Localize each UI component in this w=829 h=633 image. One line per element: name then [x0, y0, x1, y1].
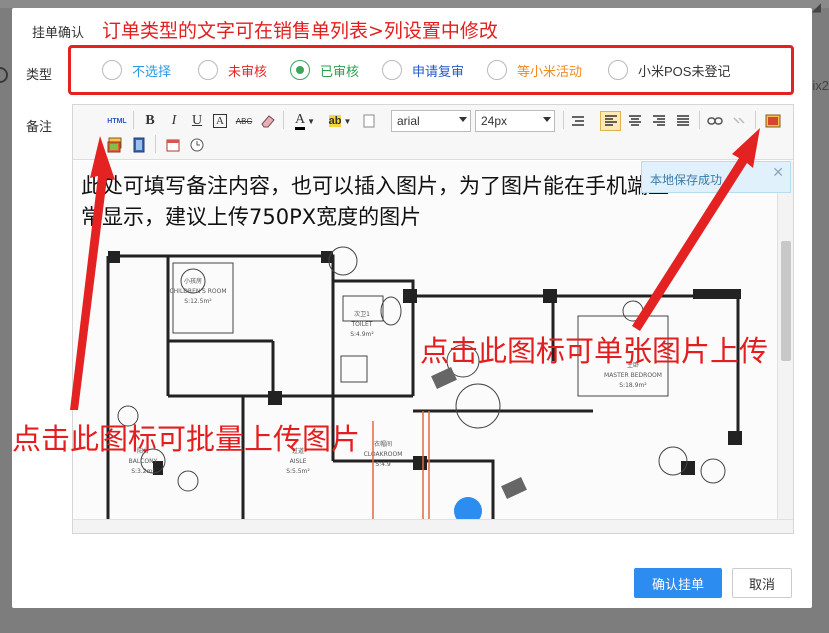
radio-option-xiaomi-pos-unregistered[interactable]: 小米POS未登记	[608, 60, 730, 80]
radio-circle[interactable]	[487, 60, 507, 80]
chevron-down-icon	[543, 117, 551, 122]
chevron-down-icon: ▼	[343, 116, 352, 126]
italic-button[interactable]: I	[165, 111, 183, 131]
align-center-icon[interactable]	[625, 111, 645, 131]
toolbar-separator	[155, 135, 156, 153]
toolbar-separator	[283, 111, 284, 129]
radio-label: 等小米活动	[517, 63, 583, 79]
radio-label: 已审核	[320, 63, 360, 79]
toolbar-separator	[755, 111, 756, 129]
annotation-top: 订单类型的文字可在销售单列表>列设置中修改	[102, 20, 498, 42]
floorplan-label: CHILDREN'S ROOM	[169, 288, 226, 295]
chevron-down-icon: ▼	[307, 116, 316, 126]
clear-format-icon[interactable]	[361, 111, 377, 131]
confirm-hold-dialog: 挂单确认 订单类型的文字可在销售单列表>列设置中修改 类型 不选择 未审核 已审…	[12, 8, 812, 608]
radio-circle[interactable]	[608, 60, 628, 80]
chevron-down-icon	[459, 117, 467, 122]
floorplan-label: CLOAKROOM	[364, 451, 403, 458]
local-save-tip: 本地保存成功 ✕	[641, 161, 791, 193]
notes-label: 备注	[26, 119, 53, 134]
font-color-label: A	[294, 112, 306, 130]
editor-content-text: 此处可填写备注内容，也可以插入图片，为了图片能在手机端正常显示，建议上传750P…	[81, 174, 669, 229]
floorplan-label: S:12.5m²	[184, 298, 212, 305]
radio-circle[interactable]	[102, 60, 122, 80]
font-family-select[interactable]: arial	[391, 110, 471, 132]
line-height-icon[interactable]	[569, 111, 587, 131]
floorplan-label: S:5.5m²	[286, 468, 310, 475]
floorplan-label: TOILET	[351, 321, 373, 328]
font-color-button[interactable]: A ▼	[291, 111, 319, 131]
radio-option-reviewed[interactable]: 已审核	[290, 60, 359, 80]
floorplan-label: 小孩房	[184, 277, 202, 285]
toolbar-separator	[699, 111, 700, 129]
unlink-icon[interactable]	[729, 111, 749, 131]
dialog-title: 挂单确认	[32, 25, 85, 40]
radio-circle-checked[interactable]	[290, 60, 310, 80]
floorplan-label: 衣帽间	[374, 440, 392, 448]
font-size-select[interactable]: 24px	[475, 110, 555, 132]
annotation-single-upload: 点击此图标可单张图片上传	[420, 334, 769, 368]
align-right-icon[interactable]	[649, 111, 669, 131]
highlight-color-button[interactable]: ab ▼	[325, 111, 355, 131]
batch-image-upload-icon[interactable]	[105, 135, 125, 155]
save-tip-text: 本地保存成功	[650, 173, 723, 187]
floorplan-label: AISLE	[290, 458, 307, 465]
type-label: 类型	[26, 67, 53, 82]
eraser-icon[interactable]	[258, 111, 278, 131]
floorplan-label: S:3.2m²	[131, 468, 155, 475]
clock-icon[interactable]	[187, 135, 207, 155]
floorplan-label: S:4.9	[375, 461, 391, 468]
video-icon[interactable]	[129, 135, 149, 155]
font-size-value: 24px	[481, 114, 508, 128]
calendar-icon[interactable]	[163, 135, 183, 155]
floorplan-label: MASTER BEDROOM	[604, 372, 662, 379]
link-icon[interactable]	[705, 111, 725, 131]
html-source-button[interactable]: HTML	[105, 111, 129, 131]
floorplan-label: S:18.9m²	[619, 382, 647, 389]
radio-option-unreviewed[interactable]: 未审核	[198, 60, 267, 80]
radio-circle[interactable]	[382, 60, 402, 80]
cancel-button[interactable]: 取消	[732, 568, 792, 598]
radio-option-request-recheck[interactable]: 申请复审	[382, 60, 464, 80]
underline-button[interactable]: U	[188, 111, 206, 131]
highlight-icon: ab	[328, 115, 342, 127]
floorplan-label: S:4.9m²	[350, 331, 374, 338]
annotation-batch-upload: 点击此图标可批量上传图片	[12, 422, 361, 456]
single-image-upload-icon[interactable]	[763, 111, 783, 131]
font-border-icon[interactable]: A	[211, 111, 229, 131]
bold-button[interactable]: B	[141, 111, 159, 131]
radio-option-wait-xiaomi-event[interactable]: 等小米活动	[487, 60, 582, 80]
scrollbar-thumb[interactable]	[781, 241, 791, 361]
background-partial-text: ix2	[812, 78, 829, 93]
radio-label: 申请复审	[412, 63, 465, 79]
background-circle-icon	[0, 67, 8, 83]
floorplan-label: 次卫1	[354, 310, 370, 318]
font-family-value: arial	[397, 114, 420, 128]
background-arrow-icon: ◢	[811, 0, 821, 14]
rich-text-editor: HTML B I U A ABC A ▼ ab ▼ arial 24px 小孩房…	[72, 104, 794, 534]
align-justify-icon[interactable]	[673, 111, 693, 131]
toolbar-separator	[133, 111, 134, 129]
radio-label: 不选择	[132, 63, 172, 79]
align-left-icon[interactable]	[600, 111, 621, 131]
strikethrough-button[interactable]: ABC	[233, 111, 255, 131]
editor-horizontal-scrollbar[interactable]	[73, 519, 793, 533]
confirm-hold-button[interactable]: 确认挂单	[634, 568, 722, 598]
radio-label: 未审核	[228, 63, 268, 79]
editor-toolbar: HTML B I U A ABC A ▼ ab ▼ arial 24px	[73, 105, 793, 160]
close-icon[interactable]: ✕	[772, 164, 784, 181]
editor-vertical-scrollbar[interactable]	[777, 161, 793, 521]
background-top-strip	[0, 0, 829, 8]
toolbar-separator	[563, 111, 564, 129]
radio-circle[interactable]	[198, 60, 218, 80]
floorplan-label: BALCONY	[129, 458, 158, 465]
radio-label: 小米POS未登记	[638, 63, 731, 79]
radio-option-none[interactable]: 不选择	[102, 60, 171, 80]
